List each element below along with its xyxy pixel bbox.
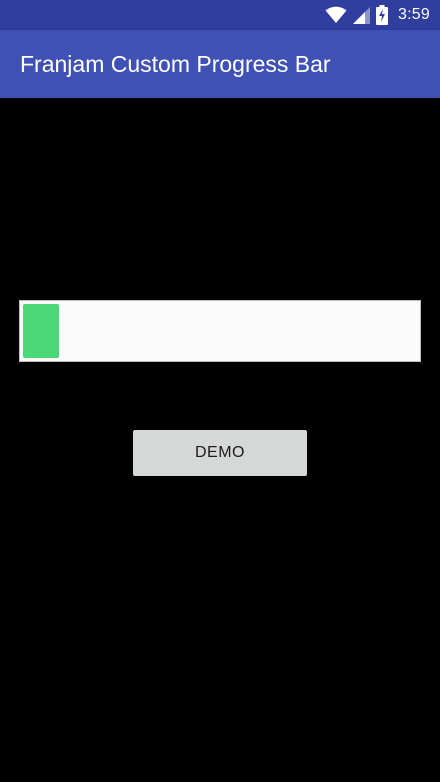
- app-screen: 3:59 Franjam Custom Progress Bar DEMO: [0, 0, 440, 782]
- cell-signal-icon: [353, 6, 371, 24]
- status-icons: 3:59: [325, 0, 430, 30]
- app-bar: Franjam Custom Progress Bar: [0, 30, 440, 98]
- status-bar: 3:59: [0, 0, 440, 30]
- progress-fill: [23, 304, 59, 358]
- status-clock: 3:59: [398, 6, 430, 23]
- battery-charging-icon: [376, 5, 389, 25]
- custom-progress-bar: [19, 300, 421, 362]
- demo-button[interactable]: DEMO: [133, 430, 307, 476]
- wifi-icon: [325, 6, 347, 24]
- app-title: Franjam Custom Progress Bar: [20, 50, 331, 77]
